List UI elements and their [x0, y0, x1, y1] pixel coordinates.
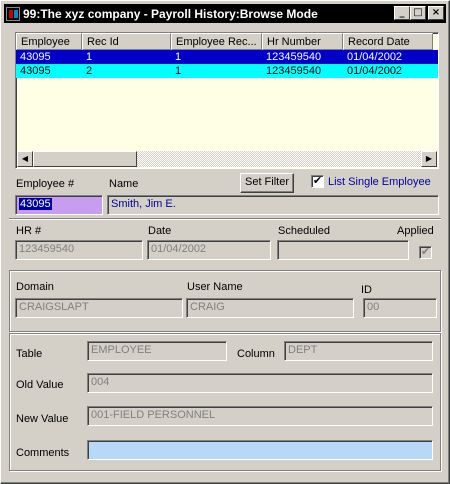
column-header-employee[interactable]: Employee — [16, 33, 82, 50]
scheduled-label: Scheduled — [278, 225, 330, 237]
id-label: ID — [361, 284, 372, 296]
scroll-right-icon[interactable]: ▶ — [421, 151, 437, 167]
comments-field[interactable] — [87, 440, 433, 460]
table-cell: 43095 — [20, 65, 51, 77]
id-field[interactable]: 00 — [363, 298, 437, 318]
table-cell: 01/04/2002 — [347, 51, 403, 63]
date-label: Date — [148, 225, 172, 237]
window-title: 99:The xyz company - Payroll History:Bro… — [23, 6, 318, 21]
app-icon[interactable] — [6, 6, 20, 21]
payroll-history-grid[interactable]: Employee Rec Id Employee Rec... Hr Numbe… — [15, 32, 439, 169]
table-row[interactable]: 43095 1 1 123459540 01/04/2002 — [16, 50, 438, 64]
domain-field[interactable]: CRAIGSLAPT — [15, 298, 183, 318]
list-single-employee-checkbox[interactable]: ✔ — [311, 175, 324, 188]
table-cell: 1 — [86, 51, 93, 63]
new-value-field[interactable]: 001-FIELD PERSONNEL — [87, 406, 433, 426]
table-cell: 43095 — [20, 51, 51, 63]
column-header-hr-number[interactable]: Hr Number — [262, 33, 343, 50]
name-label: Name — [109, 178, 139, 190]
name-field[interactable]: Smith, Jim E. — [107, 195, 439, 215]
scroll-thumb[interactable] — [33, 151, 137, 167]
title-bar[interactable]: 99:The xyz company - Payroll History:Bro… — [4, 4, 446, 23]
column-header-rec-id[interactable]: Rec Id — [82, 33, 171, 50]
new-value-label: New Value — [16, 413, 69, 425]
employee-number-value: 43095 — [19, 198, 52, 210]
separator — [9, 218, 441, 220]
applied-label: Applied — [397, 225, 434, 237]
minimize-button[interactable]: _ — [394, 6, 410, 20]
column-field[interactable]: DEPT — [284, 341, 433, 361]
hr-number-label: HR # — [16, 225, 42, 237]
table-cell: 1 — [175, 51, 182, 63]
list-single-employee-label[interactable]: List Single Employee — [328, 176, 431, 188]
scheduled-field[interactable] — [277, 240, 409, 260]
scroll-left-icon[interactable]: ◀ — [17, 151, 33, 167]
payroll-history-window: 99:The xyz company - Payroll History:Bro… — [0, 0, 450, 484]
domain-label: Domain — [16, 281, 54, 293]
grid-header: Employee Rec Id Employee Rec... Hr Numbe… — [16, 33, 438, 50]
applied-checkbox[interactable]: ✔ — [419, 246, 432, 259]
maximize-button[interactable]: □ — [410, 6, 426, 20]
set-filter-button[interactable]: Set Filter — [240, 173, 294, 193]
table-cell: 123459540 — [266, 65, 322, 77]
table-label: Table — [16, 348, 43, 360]
user-name-field[interactable]: CRAIG — [186, 298, 354, 318]
horizontal-scrollbar[interactable]: ◀ ▶ — [17, 151, 437, 167]
hr-number-field[interactable]: 123459540 — [15, 240, 143, 260]
column-header-employee-rec[interactable]: Employee Rec... — [171, 33, 262, 50]
close-button[interactable]: × — [428, 6, 444, 20]
user-name-label: User Name — [187, 281, 243, 293]
window-controls: _ □ × — [394, 6, 444, 20]
column-header-record-date[interactable]: Record Date — [343, 33, 433, 50]
column-label: Column — [237, 348, 275, 360]
table-cell: 2 — [86, 65, 93, 77]
old-value-label: Old Value — [16, 379, 64, 391]
old-value-field[interactable]: 004 — [87, 373, 433, 393]
employee-number-field[interactable]: 43095 — [15, 195, 103, 215]
checkmark-icon: ✔ — [420, 245, 431, 258]
employee-number-label: Employee # — [16, 178, 75, 190]
checkmark-icon: ✔ — [312, 174, 323, 187]
table-cell: 123459540 — [266, 51, 322, 63]
table-field[interactable]: EMPLOYEE — [87, 341, 227, 361]
table-row[interactable]: 43095 2 1 123459540 01/04/2002 — [16, 64, 438, 78]
comments-label: Comments — [16, 447, 70, 459]
table-cell: 1 — [175, 65, 182, 77]
date-field[interactable]: 01/04/2002 — [147, 240, 271, 260]
table-cell: 01/04/2002 — [347, 65, 403, 77]
